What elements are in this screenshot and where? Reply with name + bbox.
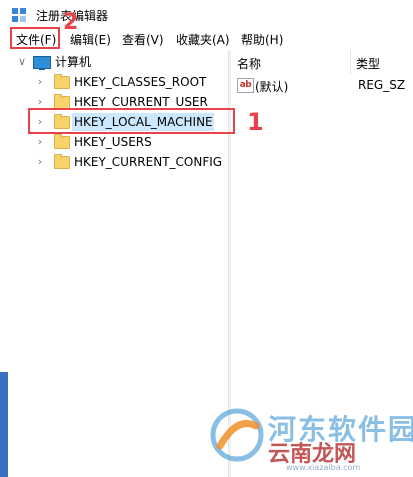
folder-icon xyxy=(54,134,70,149)
annotation-number-1: 1 xyxy=(247,108,264,136)
watermark: 河东软件园 云南龙网 www.xiazaiba.com xyxy=(206,398,413,477)
tree-item-label: HKEY_USERS xyxy=(74,135,152,149)
tree-item-hkey-current-config[interactable]: › HKEY_CURRENT_CONFIG xyxy=(0,152,228,172)
menu-favorites[interactable]: 收藏夹(A) xyxy=(176,31,230,48)
folder-icon xyxy=(54,74,70,89)
tree-item-label: HKEY_CLASSES_ROOT xyxy=(74,75,207,89)
chevron-down-icon[interactable]: ∨ xyxy=(17,52,27,72)
tree-root-label: 计算机 xyxy=(55,55,92,69)
registry-editor-icon xyxy=(12,8,26,22)
string-value-icon: ab xyxy=(237,78,254,93)
menu-view[interactable]: 查看(V) xyxy=(122,31,164,48)
menu-bar: 文件(F) 编辑(E) 查看(V) 收藏夹(A) 帮助(H) xyxy=(0,28,413,50)
title-bar: 注册表编辑器 xyxy=(0,0,413,28)
chevron-right-icon[interactable]: › xyxy=(35,132,45,152)
tree-item-hkey-classes-root[interactable]: › HKEY_CLASSES_ROOT xyxy=(0,72,228,92)
background-strip xyxy=(0,372,8,477)
column-divider[interactable] xyxy=(350,50,351,74)
value-row[interactable]: ab (默认) REG_SZ xyxy=(231,76,413,96)
folder-icon xyxy=(54,154,70,169)
watermark-url: www.xiazaiba.com xyxy=(286,463,361,472)
tree-item-label: HKEY_CURRENT_CONFIG xyxy=(74,155,223,169)
chevron-right-icon[interactable]: › xyxy=(35,152,45,172)
tree-item-hkey-users[interactable]: › HKEY_USERS xyxy=(0,132,228,152)
column-header-type[interactable]: 类型 xyxy=(356,55,380,72)
column-header: 名称 类型 xyxy=(231,50,413,74)
annotation-box-file-menu xyxy=(10,27,60,49)
menu-help[interactable]: 帮助(H) xyxy=(241,31,283,48)
tree-root-computer[interactable]: ∨ 计算机 xyxy=(0,52,228,72)
annotation-box-local-machine xyxy=(28,108,235,134)
annotation-number-2: 2 xyxy=(63,10,79,35)
watermark-logo-icon xyxy=(210,408,264,462)
value-name: (默认) xyxy=(255,80,289,94)
chevron-right-icon[interactable]: › xyxy=(35,72,45,92)
value-type: REG_SZ xyxy=(358,78,406,92)
column-header-name[interactable]: 名称 xyxy=(237,55,261,72)
